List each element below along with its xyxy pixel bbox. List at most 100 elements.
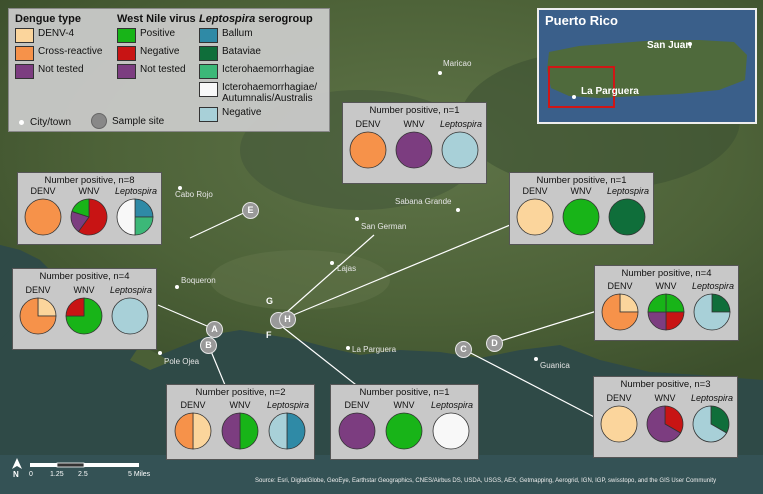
chart-denv: DENV	[515, 186, 555, 242]
pie-slice	[600, 405, 638, 443]
city-label-guanica[interactable]: Guanica	[540, 361, 570, 370]
panel-title: Number positive, n=4	[621, 268, 712, 279]
swatch-negative	[117, 46, 136, 61]
city-dot-lajas	[330, 261, 334, 265]
inset-label-san-juan: San Juan	[647, 40, 692, 51]
map-legend: Dengue type DENV-4 Cross-reactive Not te…	[8, 8, 330, 132]
pie-lepto	[111, 297, 149, 335]
panel-site-H: Number positive, n=1 DENV WNV Leptospira	[509, 172, 654, 245]
legend-item-wnv-not-tested: Not tested	[117, 64, 196, 79]
sample-site-E[interactable]: E	[242, 202, 259, 219]
pie-slice	[286, 412, 306, 450]
chart-wnv: WNV	[646, 281, 686, 337]
city-dot-maricao	[438, 71, 442, 75]
pie-denv	[19, 297, 57, 335]
panel-title: Number positive, n=4	[39, 271, 130, 282]
city-label-lajas[interactable]: Lajas	[337, 264, 356, 273]
map-canvas[interactable]: Dengue type DENV-4 Cross-reactive Not te…	[0, 0, 763, 494]
panel-title: Number positive, n=1	[359, 387, 450, 398]
legend-lepto-title: Leptospira serogroup	[199, 13, 313, 25]
city-label-la-parguera[interactable]: La Parguera	[352, 345, 396, 354]
pie-lepto	[441, 131, 479, 169]
sample-site-H[interactable]: H	[279, 311, 296, 328]
city-label-boqueron[interactable]: Boqueron	[181, 276, 216, 285]
city-label-san-german[interactable]: San German	[361, 222, 406, 231]
scale-tick-1: 1.25	[50, 471, 64, 478]
pie-slice	[441, 131, 479, 169]
chart-denv: DENV	[348, 119, 388, 175]
panel-site-E: Number positive, n=8 DENV WNV Leptospira	[17, 172, 162, 245]
chart-wnv: WNV	[64, 285, 104, 341]
sample-site-G-label: G	[266, 296, 274, 306]
panel-site-D: Number positive, n=4 DENV WNV Leptospira	[594, 265, 739, 341]
pie-denv	[338, 412, 376, 450]
pie-wnv	[646, 405, 684, 443]
pie-slice	[665, 293, 685, 313]
pie-slice	[665, 311, 685, 331]
pie-slice	[432, 412, 470, 450]
swatch-lepto-negative	[199, 107, 218, 122]
city-label-sabana-grande[interactable]: Sabana Grande	[395, 197, 452, 206]
chart-lepto: Leptospira	[691, 393, 733, 449]
pie-denv	[349, 131, 387, 169]
pie-slice	[221, 412, 241, 450]
pie-denv	[601, 293, 639, 331]
legend-wnv-title: West Nile virus	[117, 13, 196, 25]
scale-tick-3: 5 Miles	[128, 471, 151, 478]
chart-denv: DENV	[173, 400, 213, 456]
pie-wnv	[647, 293, 685, 331]
panel-title: Number positive, n=1	[369, 105, 460, 116]
chart-lepto: Leptospira	[267, 400, 309, 456]
sample-site-C[interactable]: C	[455, 341, 472, 358]
pie-slice	[268, 412, 288, 450]
pie-lepto	[693, 293, 731, 331]
chart-lepto: Leptospira	[115, 186, 157, 242]
city-dot-guanica	[534, 357, 538, 361]
chart-denv: DENV	[599, 393, 639, 449]
pie-slice	[116, 198, 136, 236]
pie-lepto	[608, 198, 646, 236]
pie-slice	[608, 198, 646, 236]
pie-lepto	[692, 405, 730, 443]
chart-wnv: WNV	[561, 186, 601, 242]
legend-item-lepto-negative: Negative	[199, 107, 332, 122]
legend-item-dengue-not-tested: Not tested	[15, 64, 102, 79]
pie-lepto	[116, 198, 154, 236]
sample-site-A[interactable]: A	[206, 321, 223, 338]
inset-label-la-parguera: La Parguera	[581, 86, 639, 97]
chart-denv: DENV	[600, 281, 640, 337]
legend-lepto: Leptospira serogroup Ballum Bataviae Ict…	[199, 13, 332, 122]
legend-item-positive: Positive	[117, 28, 196, 43]
city-label-maricao[interactable]: Maricao	[443, 59, 471, 68]
scale-tick-2: 2.5	[78, 471, 88, 478]
panel-site-C: Number positive, n=3 DENV WNV Leptospira	[593, 376, 738, 458]
chart-lepto: Leptospira	[431, 400, 473, 456]
pie-slice	[174, 412, 194, 450]
sample-site-D[interactable]: D	[486, 335, 503, 352]
scale-tick-0: 0	[29, 471, 33, 478]
chart-denv: DENV	[337, 400, 377, 456]
legend-item-ictero-autumnalis-australis: Icterohaemorrhagiae/ Autumnalis/Australi…	[199, 82, 332, 104]
pie-slice	[711, 293, 731, 313]
city-dot-san-german	[355, 217, 359, 221]
pie-wnv	[385, 412, 423, 450]
sample-site-B[interactable]: B	[200, 337, 217, 354]
chart-denv: DENV	[23, 186, 63, 242]
panel-title: Number positive, n=8	[44, 175, 135, 186]
pie-denv	[24, 198, 62, 236]
panel-title: Number positive, n=1	[536, 175, 627, 186]
panel-site-A: Number positive, n=4 DENV WNV Leptospira	[12, 268, 157, 350]
chart-denv: DENV	[18, 285, 58, 341]
pie-wnv	[70, 198, 108, 236]
basemap-attribution: Source: Esri, DigitalGlobe, GeoEye, Eart…	[255, 478, 717, 484]
city-label-pole-ojea[interactable]: Pole Ojea	[164, 357, 199, 366]
pie-denv	[516, 198, 554, 236]
swatch-bataviae	[199, 46, 218, 61]
panel-title: Number positive, n=2	[195, 387, 286, 398]
pie-slice	[647, 311, 667, 331]
city-label-cabo-rojo[interactable]: Cabo Rojo	[175, 190, 213, 199]
north-arrow-icon	[12, 458, 22, 469]
chart-wnv: WNV	[394, 119, 434, 175]
pie-wnv	[65, 297, 103, 335]
legend-item-negative: Negative	[117, 46, 196, 61]
